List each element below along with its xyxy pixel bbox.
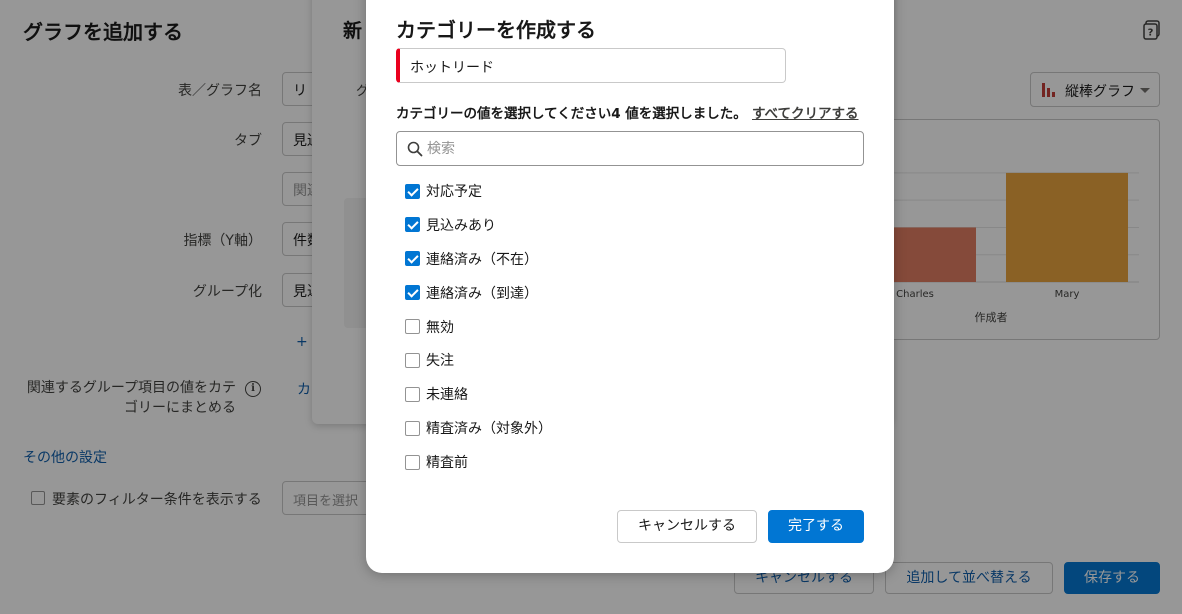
cancel-button[interactable]: キャンセルする bbox=[617, 510, 757, 543]
checkbox-checked[interactable] bbox=[405, 183, 420, 199]
search-field[interactable] bbox=[396, 131, 864, 166]
checkbox-unchecked[interactable] bbox=[405, 454, 420, 470]
option-label: 連絡済み（不在） bbox=[426, 251, 538, 268]
category-value-option[interactable]: 精査前 bbox=[405, 451, 468, 473]
option-label: 失注 bbox=[426, 353, 454, 370]
option-label: 対応予定 bbox=[426, 184, 482, 200]
checkbox-checked[interactable] bbox=[405, 251, 420, 267]
checkbox-unchecked[interactable] bbox=[405, 319, 420, 334]
checkbox-unchecked[interactable] bbox=[405, 386, 420, 402]
category-name-input[interactable]: ホットリード bbox=[396, 48, 786, 83]
selected-count: 4 値を選択しました。 bbox=[611, 106, 747, 122]
option-label: 精査済み（対象外） bbox=[426, 421, 552, 438]
modal-title: カテゴリーを作成する bbox=[396, 18, 596, 42]
category-value-option[interactable]: 連絡済み（不在） bbox=[405, 248, 538, 270]
checkbox-unchecked[interactable] bbox=[405, 420, 420, 436]
option-label: 未連絡 bbox=[426, 387, 468, 404]
category-value-option[interactable]: 対応予定 bbox=[405, 180, 482, 202]
search-input[interactable] bbox=[427, 139, 847, 159]
option-label: 精査前 bbox=[426, 455, 468, 471]
checkbox-unchecked[interactable] bbox=[405, 352, 420, 368]
select-instruction: カテゴリーの値を選択してください4 値を選択しました。 bbox=[396, 102, 747, 122]
category-value-option[interactable]: 精査済み（対象外） bbox=[405, 417, 552, 439]
search-icon bbox=[407, 141, 423, 157]
checkbox-checked[interactable] bbox=[405, 217, 420, 233]
clear-all-link[interactable]: すべてクリアする bbox=[752, 102, 859, 122]
category-value-option[interactable]: 見込みあり bbox=[405, 214, 496, 236]
option-label: 無効 bbox=[426, 319, 454, 336]
category-value-option[interactable]: 連絡済み（到達） bbox=[405, 282, 538, 304]
category-value-option[interactable]: 未連絡 bbox=[405, 383, 468, 405]
checkbox-checked[interactable] bbox=[405, 285, 420, 301]
done-button[interactable]: 完了する bbox=[768, 510, 864, 543]
option-label: 連絡済み（到達） bbox=[426, 285, 538, 302]
category-value-option[interactable]: 無効 bbox=[405, 316, 454, 338]
create-category-modal: カテゴリーを作成する ホットリード カテゴリーの値を選択してください4 値を選択… bbox=[366, 0, 894, 573]
select-prompt: カテゴリーの値を選択してください bbox=[396, 106, 612, 122]
option-label: 見込みあり bbox=[426, 217, 496, 234]
category-value-option[interactable]: 失注 bbox=[405, 349, 454, 371]
